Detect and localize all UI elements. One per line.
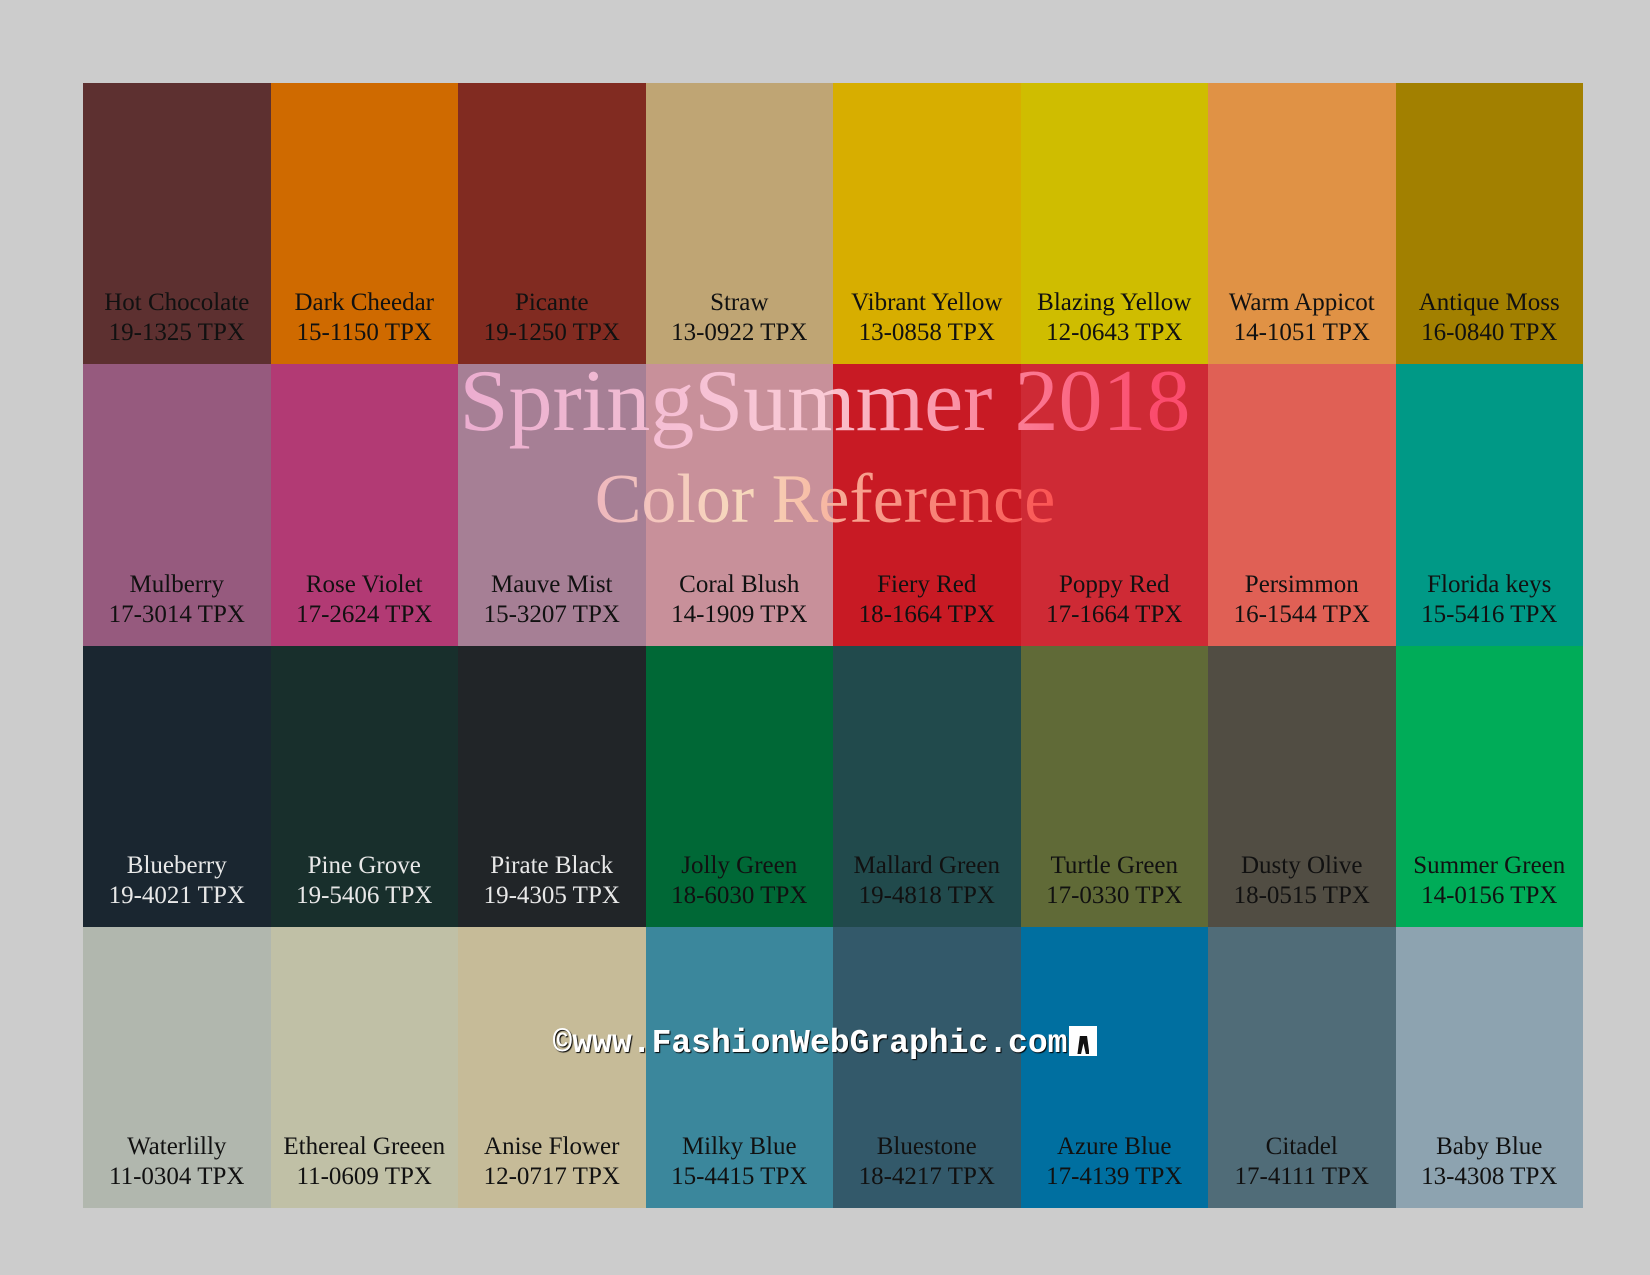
swatch-code: 17-1664 TPX (1046, 600, 1183, 628)
color-swatch: Citadel 17-4111 TPX (1208, 926, 1396, 1208)
swatch-name: Straw (710, 289, 769, 317)
color-swatch: Anise Flower 12-0717 TPX (458, 926, 646, 1208)
swatch-name: Hot Chocolate (104, 289, 250, 317)
swatch-code: 13-0858 TPX (858, 319, 995, 347)
color-swatch: Pine Grove 19-5406 TPX (270, 645, 458, 927)
swatch-code: 19-4305 TPX (483, 881, 620, 909)
swatch-name: Poppy Red (1059, 570, 1170, 598)
color-swatch: Blueberry 19-4021 TPX (83, 645, 271, 927)
swatch-code: 13-0922 TPX (671, 319, 808, 347)
color-swatch: Dusty Olive 18-0515 TPX (1208, 645, 1396, 927)
swatch-code: 18-1664 TPX (858, 600, 995, 628)
swatch-name: Waterlilly (127, 1133, 227, 1160)
swatch-name: Pine Grove (307, 851, 421, 879)
color-swatch: Rose Violet 17-2624 TPX (270, 364, 458, 646)
color-swatch: Vibrant Yellow 13-0858 TPX (833, 83, 1021, 365)
swatch-name: Dark Cheedar (294, 289, 434, 317)
swatch-code: 18-4217 TPX (858, 1163, 995, 1190)
color-swatch: Baby Blue 13-4308 TPX (1395, 926, 1583, 1208)
swatch-name: Mauve Mist (490, 570, 613, 598)
swatch-name: Jolly Green (681, 851, 798, 879)
swatch-name: Dusty Olive (1240, 851, 1363, 879)
color-swatch: Persimmon 16-1544 TPX (1208, 364, 1396, 646)
swatch-code: 15-3207 TPX (483, 600, 620, 628)
color-swatch-grid: Hot Chocolate 19-1325 TPX Dark Cheedar 15-1… (83, 83, 1583, 1208)
swatch-name: Citadel (1265, 1133, 1338, 1160)
swatch-code: 19-4021 TPX (108, 881, 245, 909)
swatch-name: Antique Moss (1418, 289, 1560, 317)
swatch-name: Bluestone (876, 1133, 977, 1160)
swatch-name: Blueberry (126, 851, 227, 879)
color-swatch: Ethereal Greeen 11-0609 TPX (270, 926, 458, 1208)
color-swatch: Warm Appicot 14-1051 TPX (1208, 83, 1396, 365)
swatch-code: 17-4139 TPX (1046, 1163, 1183, 1190)
color-swatch: Jolly Green 18-6030 TPX (645, 645, 833, 927)
swatch-code: 15-5416 TPX (1421, 600, 1558, 628)
color-swatch: Coral Blush 14-1909 TPX (645, 364, 833, 646)
swatch-code: 16-1544 TPX (1233, 600, 1370, 628)
swatch-code: 12-0717 TPX (483, 1163, 620, 1190)
color-swatch: Blazing Yellow 12-0643 TPX (1020, 83, 1208, 365)
color-swatch: Straw 13-0922 TPX (645, 83, 833, 365)
swatch-code: 17-3014 TPX (108, 600, 245, 628)
swatch-code: 14-1909 TPX (671, 600, 808, 628)
swatch-name: Vibrant Yellow (851, 289, 1003, 317)
swatch-name: Milky Blue (681, 1133, 797, 1160)
swatch-code: 11-0304 TPX (109, 1163, 245, 1190)
swatch-name: Pirate Black (490, 851, 614, 879)
swatch-name: Summer Green (1413, 851, 1566, 879)
swatch-code: 18-6030 TPX (671, 881, 808, 909)
color-swatch: Mulberry 17-3014 TPX (83, 364, 271, 646)
color-swatch: Dark Cheedar 15-1150 TPX (270, 83, 458, 365)
color-swatch: Pirate Black 19-4305 TPX (458, 645, 646, 927)
color-swatch: Poppy Red 17-1664 TPX (1020, 364, 1208, 646)
swatch-name: Picante (514, 289, 589, 317)
swatch-code: 14-1051 TPX (1233, 319, 1370, 347)
swatch-code: 19-1325 TPX (108, 319, 245, 347)
color-swatch: Milky Blue 15-4415 TPX (645, 926, 833, 1208)
swatch-code: 19-1250 TPX (483, 319, 620, 347)
swatch-code: 16-0840 TPX (1421, 319, 1558, 347)
swatch-code: 17-4111 TPX (1234, 1163, 1370, 1190)
color-swatch: Mauve Mist 15-3207 TPX (458, 364, 646, 646)
color-swatch: Waterlilly 11-0304 TPX (83, 926, 271, 1208)
color-swatch: Hot Chocolate 19-1325 TPX (83, 83, 271, 365)
swatch-name: Blazing Yellow (1037, 289, 1192, 317)
swatch-code: 13-4308 TPX (1421, 1163, 1558, 1190)
swatch-name: Florida keys (1427, 570, 1552, 598)
swatch-name: Baby Blue (1436, 1133, 1543, 1160)
swatch-name: Turtle Green (1050, 851, 1179, 879)
swatch-name: Ethereal Greeen (283, 1133, 446, 1160)
swatch-code: 11-0609 TPX (296, 1163, 432, 1190)
swatch-code: 17-0330 TPX (1046, 881, 1183, 909)
swatch-code: 15-4415 TPX (671, 1163, 808, 1190)
swatch-name: Persimmon (1244, 570, 1359, 598)
swatch-name: Warm Appicot (1228, 289, 1375, 317)
swatch-name: Fiery Red (877, 570, 977, 598)
swatch-name: Rose Violet (305, 570, 423, 598)
swatch-name: Azure Blue (1056, 1133, 1172, 1160)
swatch-code: 18-0515 TPX (1233, 881, 1370, 909)
swatch-code: 15-1150 TPX (296, 319, 432, 347)
color-swatch: Turtle Green 17-0330 TPX (1020, 645, 1208, 927)
swatch-code: 19-5406 TPX (296, 881, 433, 909)
color-swatch: Antique Moss 16-0840 TPX (1395, 83, 1583, 365)
color-swatch: Mallard Green 19-4818 TPX (833, 645, 1021, 927)
swatch-name: Mulberry (129, 570, 224, 598)
swatch-code: 14-0156 TPX (1421, 881, 1558, 909)
color-swatch: Picante 19-1250 TPX (458, 83, 646, 365)
swatch-code: 17-2624 TPX (296, 600, 433, 628)
swatch-name: Anise Flower (484, 1133, 620, 1160)
swatch-code: 19-4818 TPX (858, 881, 995, 909)
color-swatch: Fiery Red 18-1664 TPX (833, 364, 1021, 646)
swatch-name: Coral Blush (679, 570, 800, 598)
swatch-code: 12-0643 TPX (1046, 319, 1183, 347)
color-swatch: Summer Green 14-0156 TPX (1395, 645, 1583, 927)
color-swatch: Bluestone 18-4217 TPX (833, 926, 1021, 1208)
color-swatch: Florida keys 15-5416 TPX (1395, 364, 1583, 646)
swatch-name: Mallard Green (853, 851, 1000, 879)
color-swatch: Azure Blue 17-4139 TPX (1020, 926, 1208, 1208)
